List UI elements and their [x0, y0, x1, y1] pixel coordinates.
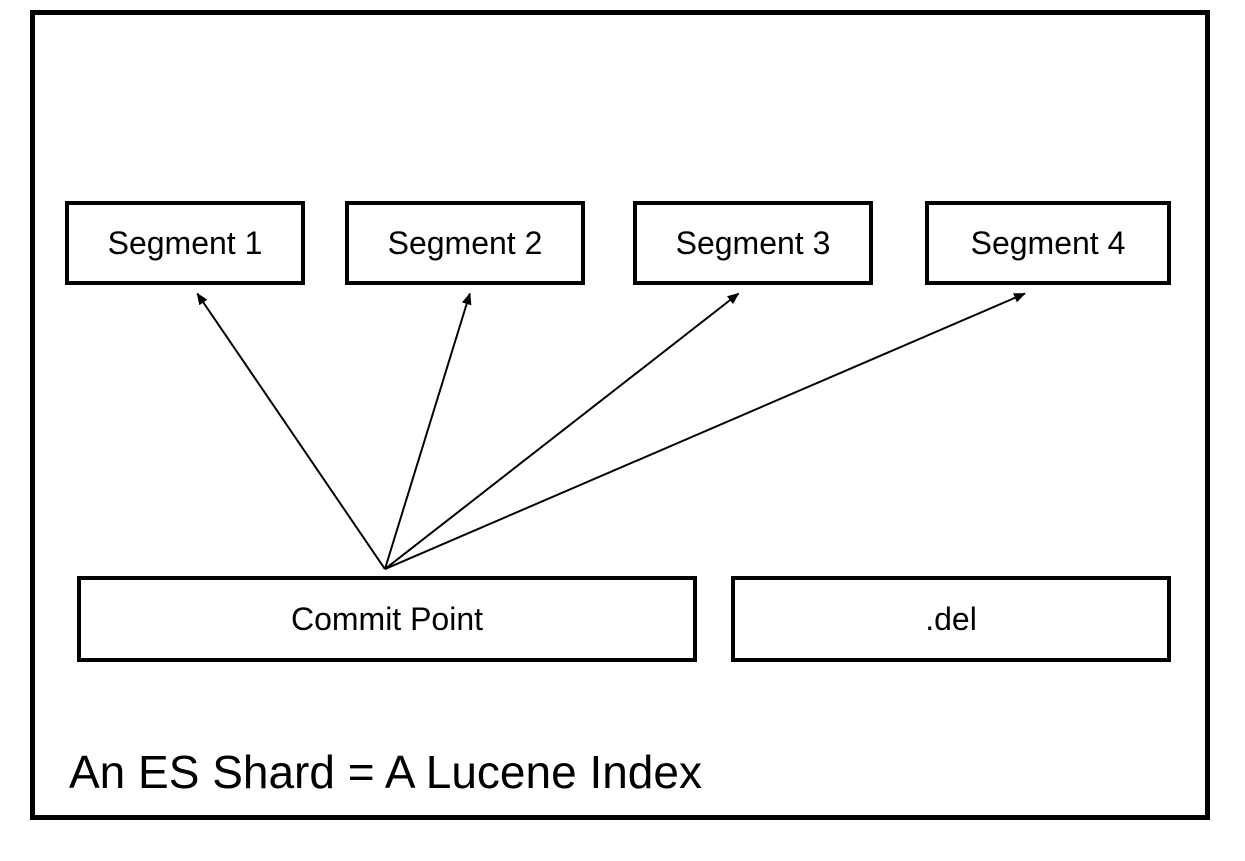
arrow-to-segment-1 — [197, 294, 385, 570]
segment-3-box: Segment 3 — [633, 201, 873, 285]
segment-3-label: Segment 3 — [676, 225, 831, 262]
arrow-to-segment-2 — [385, 294, 470, 570]
del-file-box: .del — [731, 576, 1171, 662]
segment-1-label: Segment 1 — [108, 225, 263, 262]
commit-point-box: Commit Point — [77, 576, 697, 662]
segment-2-box: Segment 2 — [345, 201, 585, 285]
arrow-to-segment-4 — [385, 294, 1025, 570]
diagram-container: Segment 1 Segment 2 Segment 3 Segment 4 … — [30, 10, 1210, 820]
segment-1-box: Segment 1 — [65, 201, 305, 285]
arrows-svg — [35, 15, 1205, 815]
commit-point-label: Commit Point — [291, 601, 483, 638]
arrow-to-segment-3 — [385, 294, 739, 570]
diagram-caption: An ES Shard = A Lucene Index — [69, 745, 702, 799]
segment-4-box: Segment 4 — [925, 201, 1171, 285]
segment-4-label: Segment 4 — [971, 225, 1126, 262]
segment-2-label: Segment 2 — [388, 225, 543, 262]
del-file-label: .del — [925, 601, 977, 638]
